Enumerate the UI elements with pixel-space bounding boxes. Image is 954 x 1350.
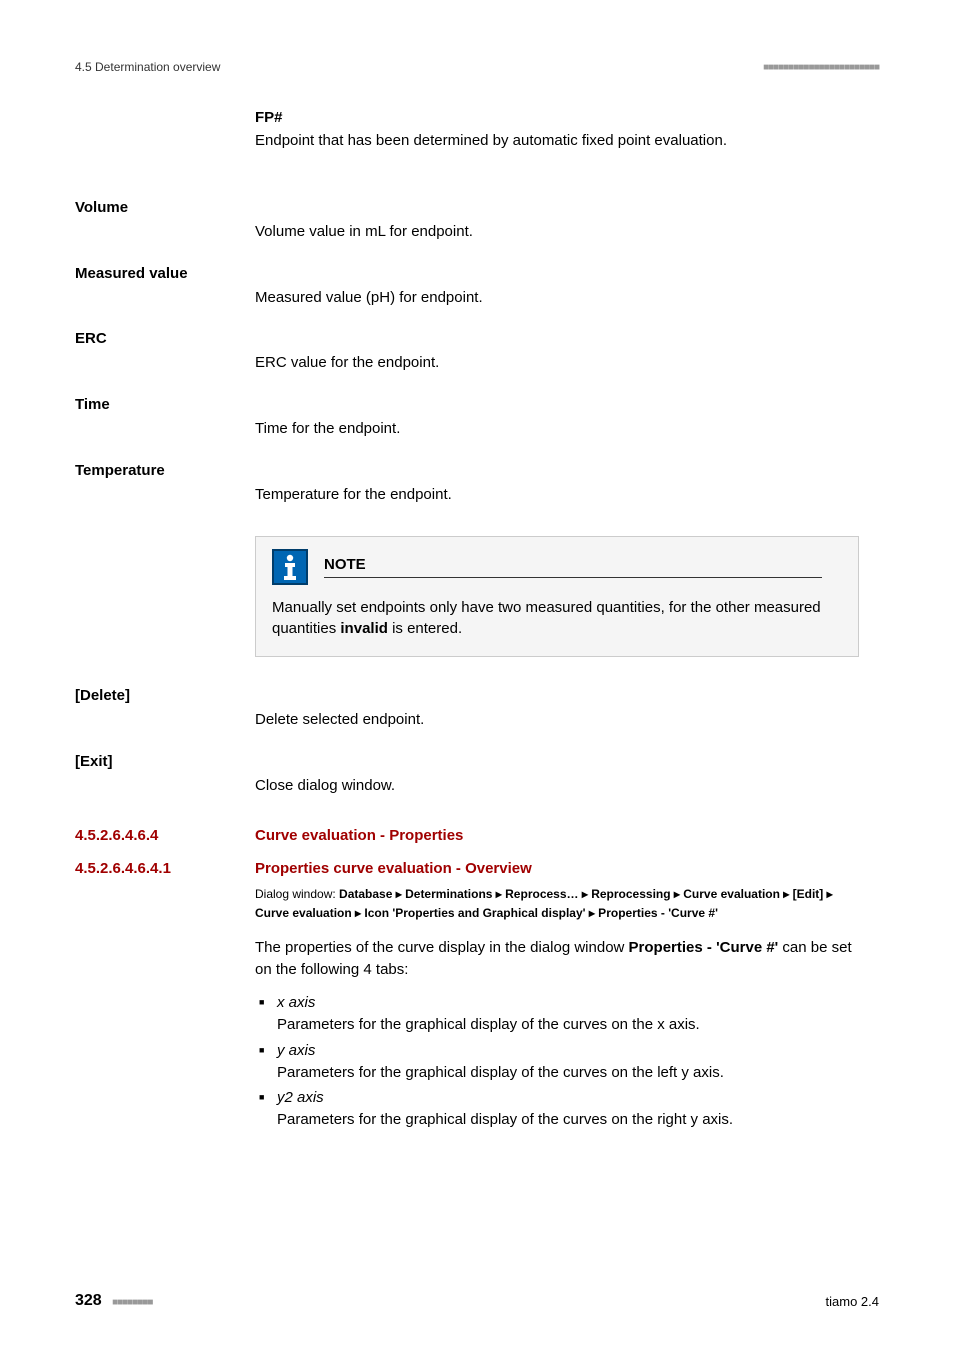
term-label: Volume [75,199,128,216]
delete-label: [Delete] [75,687,130,704]
definition-row: ERC ERC value for the endpoint. [75,330,879,374]
button-row: [Exit] Close dialog window. [75,753,879,797]
fp-desc: Endpoint that has been determined by aut… [255,130,859,152]
term-desc: Measured value (pH) for endpoint. [255,287,859,309]
list-item: x axis Parameters for the graphical disp… [255,992,859,1036]
term-label: Time [75,396,110,413]
note-text: Manually set endpoints only have two mea… [272,597,842,641]
fp-definition: FP# Endpoint that has been determined by… [75,109,879,177]
button-row: [Delete] Delete selected endpoint. [75,687,879,731]
properties-body: Dialog window: Database ▸ Determinations… [75,885,879,1135]
list-item: y axis Parameters for the graphical disp… [255,1040,859,1084]
section-label: 4.5 Determination overview [75,60,220,74]
note-section: NOTE Manually set endpoints only have tw… [75,528,879,666]
term-desc: ERC value for the endpoint. [255,352,859,374]
product-name: tiamo 2.4 [826,1294,879,1309]
fp-label: FP# [255,109,859,126]
dialog-path: Dialog window: Database ▸ Determinations… [255,885,859,923]
term-label: Measured value [75,265,188,282]
term-desc: Time for the endpoint. [255,418,859,440]
props-intro: The properties of the curve display in t… [255,937,859,981]
term-desc: Volume value in mL for endpoint. [255,221,859,243]
exit-desc: Close dialog window. [255,775,859,797]
definition-row: Volume Volume value in mL for endpoint. [75,199,879,243]
exit-label: [Exit] [75,753,113,770]
tabs-list: x axis Parameters for the graphical disp… [255,992,859,1131]
page-header: 4.5 Determination overview ■■■■■■■■■■■■■… [75,60,879,74]
page-footer: 328 ■■■■■■■■ tiamo 2.4 [75,1292,879,1310]
footer-left: 328 ■■■■■■■■ [75,1292,152,1310]
definition-row: Temperature Temperature for the endpoint… [75,462,879,506]
term-label: Temperature [75,462,165,479]
info-icon [272,549,308,585]
heading-num: 4.5.2.6.4.6.4.1 [75,860,255,877]
note-title: NOTE [324,556,822,578]
definition-row: Time Time for the endpoint. [75,396,879,440]
page-number: 328 [75,1292,102,1309]
heading-text: Curve evaluation - Properties [255,827,463,844]
header-blocks: ■■■■■■■■■■■■■■■■■■■■■■■ [763,62,879,73]
definition-row: Measured value Measured value (pH) for e… [75,265,879,309]
footer-blocks: ■■■■■■■■ [112,1297,152,1308]
heading-text: Properties curve evaluation - Overview [255,860,532,877]
heading-props-overview: 4.5.2.6.4.6.4.1 Properties curve evaluat… [75,860,879,877]
term-desc: Temperature for the endpoint. [255,484,859,506]
term-label: ERC [75,330,107,347]
delete-desc: Delete selected endpoint. [255,709,859,731]
list-item: y2 axis Parameters for the graphical dis… [255,1087,859,1131]
note-box: NOTE Manually set endpoints only have tw… [255,536,859,658]
heading-curve-eval: 4.5.2.6.4.6.4 Curve evaluation - Propert… [75,827,879,844]
heading-num: 4.5.2.6.4.6.4 [75,827,255,844]
